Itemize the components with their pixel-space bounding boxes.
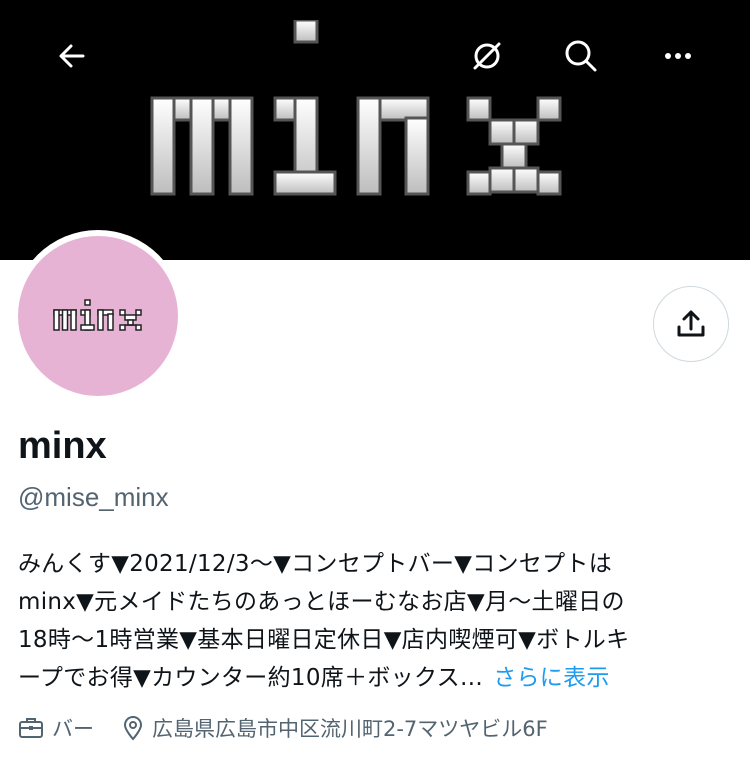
category-item: バー: [18, 713, 94, 743]
more-button[interactable]: [654, 32, 702, 80]
display-name: minx: [18, 425, 107, 467]
more-icon: [665, 53, 691, 59]
location-label: 広島県広島市中区流川町2-7マツヤビル6F: [152, 717, 548, 741]
grok-icon: [473, 42, 501, 70]
bio-line: minx▼元メイドたちのあっとほーむなお店▼月～土曜日の: [18, 589, 625, 615]
location-item: 広島県広島市中区流川町2-7マツヤビル6F: [122, 713, 548, 743]
search-button[interactable]: [557, 32, 605, 80]
user-handle: @mise_minx: [18, 482, 169, 512]
briefcase-icon: [19, 718, 43, 738]
location-pin-icon: [123, 716, 143, 741]
category-label: バー: [52, 717, 94, 741]
share-button[interactable]: [653, 286, 729, 362]
bio-line: ープでお得▼カウンター約10席＋ボックス…: [18, 665, 484, 691]
avatar-image: [18, 236, 178, 396]
share-icon: [677, 310, 705, 337]
arrow-left-icon: [59, 44, 85, 68]
profile-bio: みんくす▼2021/12/3～▼コンセプトバー▼コンセプトは minx▼元メイド…: [18, 545, 738, 697]
bio-line: 18時～1時営業▼基本日曜日定休日▼店内喫煙可▼ボトルキ: [18, 627, 630, 653]
back-button[interactable]: [48, 32, 96, 80]
profile-meta: バー 広島県広島市中区流川町2-7マツヤビル6F: [18, 713, 576, 743]
grok-button[interactable]: [463, 32, 511, 80]
banner-logo: [150, 20, 562, 196]
header-banner[interactable]: [0, 0, 750, 260]
avatar-logo: [53, 299, 142, 331]
bio-line-last: ープでお得▼カウンター約10席＋ボックス… さらに表示: [18, 659, 738, 697]
show-more-link[interactable]: さらに表示: [493, 665, 610, 691]
bio-line: みんくす▼2021/12/3～▼コンセプトバー▼コンセプトは: [18, 551, 612, 577]
search-icon: [565, 40, 597, 72]
profile-avatar[interactable]: [12, 230, 184, 402]
